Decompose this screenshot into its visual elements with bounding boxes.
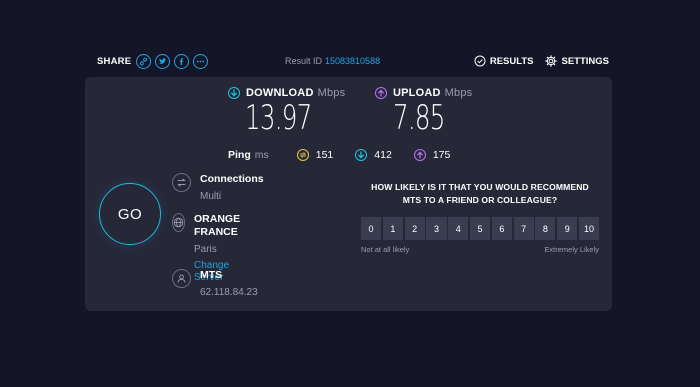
download-speed: DOWNLOAD Mbps 13.97 bbox=[228, 87, 345, 137]
rating-option-0[interactable]: 0 bbox=[361, 217, 382, 240]
idle-ping-value: 151 bbox=[315, 149, 334, 161]
check-circle-icon bbox=[474, 55, 486, 67]
ping-unit: ms bbox=[254, 149, 269, 161]
connections-value: Multi bbox=[200, 191, 222, 202]
results-label: RESULTS bbox=[489, 55, 534, 67]
scale-labels: Not at all likely Extremely Likely bbox=[361, 245, 599, 254]
download-value: 13.97 bbox=[245, 98, 312, 138]
top-right-links: RESULTS SETTINGS bbox=[462, 55, 609, 67]
more-icon bbox=[197, 60, 205, 62]
server-title: ORANGE FRANCE bbox=[194, 213, 241, 238]
upload-ping-value: 175 bbox=[432, 149, 451, 161]
survey-question-line1: HOW LIKELY IS IT THAT YOU WOULD RECOMMEN… bbox=[371, 182, 589, 192]
scale-low-label: Not at all likely bbox=[361, 245, 410, 254]
download-unit: Mbps bbox=[317, 87, 346, 99]
rating-option-7[interactable]: 7 bbox=[513, 217, 534, 240]
facebook-icon bbox=[179, 57, 184, 65]
twitter-share-button[interactable] bbox=[155, 53, 171, 69]
ping-idle: 151 bbox=[296, 149, 334, 161]
rating-option-9[interactable]: 9 bbox=[557, 217, 578, 240]
globe-icon bbox=[172, 213, 185, 232]
provider-row: MTS 62.118.84.23 bbox=[172, 269, 258, 299]
results-button[interactable]: RESULTS bbox=[474, 55, 534, 67]
upload-value: 7.85 bbox=[393, 98, 445, 138]
share-label: SHARE bbox=[97, 55, 132, 67]
rating-option-4[interactable]: 4 bbox=[448, 217, 469, 240]
server-location: Paris bbox=[194, 244, 217, 255]
rating-scale: 0 1 2 3 4 5 6 7 8 9 10 bbox=[361, 217, 600, 240]
rating-option-3[interactable]: 3 bbox=[426, 217, 447, 240]
survey-question-line2: MTS TO A FRIEND OR COLLEAGUE? bbox=[402, 195, 558, 205]
go-label: GO bbox=[117, 205, 143, 223]
link-share-button[interactable] bbox=[136, 53, 152, 69]
download-ping-value: 412 bbox=[374, 149, 392, 161]
survey-question: HOW LIKELY IS IT THAT YOU WOULD RECOMMEN… bbox=[361, 181, 599, 207]
ping-upload: 175 bbox=[413, 149, 451, 161]
recommend-survey: HOW LIKELY IS IT THAT YOU WOULD RECOMMEN… bbox=[361, 181, 600, 254]
upload-ping-icon bbox=[413, 149, 426, 161]
upload-arrow-icon bbox=[375, 87, 387, 99]
upload-unit: Mbps bbox=[444, 87, 473, 99]
rating-option-10[interactable]: 10 bbox=[578, 217, 600, 240]
scale-high-label: Extremely Likely bbox=[544, 245, 599, 254]
user-icon bbox=[172, 269, 191, 288]
rating-option-5[interactable]: 5 bbox=[469, 217, 491, 240]
twitter-icon bbox=[159, 57, 167, 64]
download-arrow-icon bbox=[228, 87, 240, 99]
settings-label: SETTINGS bbox=[561, 55, 609, 67]
rating-option-2[interactable]: 2 bbox=[404, 217, 425, 240]
result-id: Result ID 15083810588 bbox=[285, 56, 380, 66]
more-share-button[interactable] bbox=[193, 53, 209, 69]
download-ping-icon bbox=[355, 149, 368, 161]
speeds: DOWNLOAD Mbps 13.97 UPLOAD Mbps 7.85 bbox=[85, 87, 612, 147]
go-button[interactable]: GO bbox=[99, 183, 161, 245]
ping-row: Ping ms 151 412 175 bbox=[228, 149, 472, 161]
connections-title: Connections bbox=[200, 173, 264, 185]
settings-button[interactable]: SETTINGS bbox=[545, 55, 609, 67]
facebook-share-button[interactable] bbox=[174, 53, 190, 69]
ping-download: 412 bbox=[355, 149, 392, 161]
result-id-label: Result ID bbox=[285, 56, 323, 66]
rating-option-1[interactable]: 1 bbox=[382, 217, 403, 240]
connections-row[interactable]: Connections Multi bbox=[172, 173, 264, 203]
connections-icon bbox=[172, 173, 191, 192]
provider-ip: 62.118.84.23 bbox=[200, 287, 258, 298]
results-panel: DOWNLOAD Mbps 13.97 UPLOAD Mbps 7.85 Pin… bbox=[85, 77, 612, 311]
idle-ping-icon bbox=[296, 149, 309, 161]
rating-option-6[interactable]: 6 bbox=[491, 217, 512, 240]
top-bar: SHARE Result ID 15083810588 RESULTS SETTI… bbox=[97, 50, 609, 72]
share-group: SHARE bbox=[97, 53, 212, 69]
rating-option-8[interactable]: 8 bbox=[535, 217, 556, 240]
ping-label: Ping bbox=[228, 149, 251, 161]
provider-title: MTS bbox=[200, 269, 223, 281]
upload-speed: UPLOAD Mbps 7.85 bbox=[375, 87, 472, 137]
link-icon bbox=[140, 57, 148, 65]
result-id-link[interactable]: 15083810588 bbox=[325, 56, 380, 66]
gear-icon bbox=[545, 55, 558, 67]
